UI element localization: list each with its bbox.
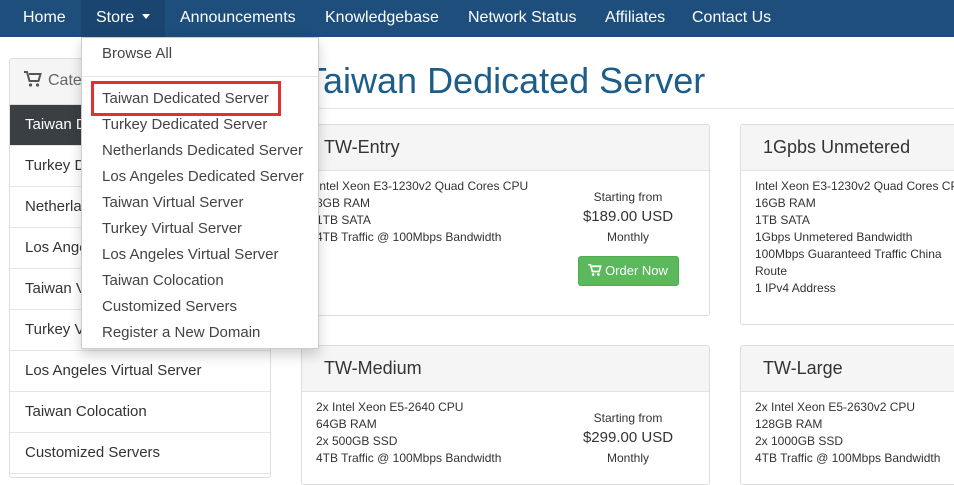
dropdown-divider <box>82 76 318 77</box>
product-features: Intel Xeon E3-1230v2 Quad Cores CP 16GB … <box>755 178 954 297</box>
highlight-annotation-box <box>91 81 281 116</box>
dropdown-item-netherlands-dedicated[interactable]: Netherlands Dedicated Server <box>102 142 303 159</box>
product-name: TW-Entry <box>302 125 709 171</box>
feature-line: Intel Xeon E3-1230v2 Quad Cores CP <box>755 179 954 193</box>
sidebar-item-los-angeles-virtual[interactable]: Los Angeles Virtual Server <box>10 351 270 392</box>
product-card-tw-entry: TW-Entry Intel Xeon E3-1230v2 Quad Cores… <box>301 124 710 316</box>
dropdown-item-taiwan-colocation[interactable]: Taiwan Colocation <box>102 272 224 289</box>
nav-affiliates[interactable]: Affiliates <box>605 0 665 37</box>
dropdown-item-register-domain[interactable]: Register a New Domain <box>102 324 260 341</box>
product-name: 1Gpbs Unmetered <box>741 125 954 171</box>
feature-line: 8GB RAM <box>316 196 371 210</box>
sidebar-item-taiwan-colocation[interactable]: Taiwan Colocation <box>10 392 270 433</box>
price-value: $189.00 USD <box>582 208 674 225</box>
dropdown-item-los-angeles-dedicated[interactable]: Los Angeles Dedicated Server <box>102 168 304 185</box>
feature-line: 2x Intel Xeon E5-2640 CPU <box>316 400 464 414</box>
dropdown-item-browse-all[interactable]: Browse All <box>102 45 172 62</box>
billing-cycle: Monthly <box>606 230 650 244</box>
product-features: Intel Xeon E3-1230v2 Quad Cores CPU 8GB … <box>316 178 528 246</box>
feature-line: 16GB RAM <box>755 196 816 210</box>
feature-line: 2x 1000GB SSD <box>755 434 844 448</box>
billing-cycle: Monthly <box>606 451 650 465</box>
shopping-cart-icon <box>24 71 42 87</box>
feature-line: 100Mbps Guaranteed Traffic China <box>755 247 942 261</box>
product-pricing: Starting from $189.00 USD Monthly Order … <box>568 189 688 286</box>
feature-line: 2x 500GB SSD <box>316 434 398 448</box>
feature-line: 4TB Traffic @ 100Mbps Bandwidth <box>755 451 941 465</box>
nav-knowledgebase[interactable]: Knowledgebase <box>325 0 439 37</box>
starting-from-label: Starting from <box>593 190 663 204</box>
page-title: Taiwan Dedicated Server <box>305 60 706 101</box>
product-name: TW-Medium <box>302 346 709 392</box>
nav-contact-us[interactable]: Contact Us <box>692 0 771 37</box>
product-features: 2x Intel Xeon E5-2630v2 CPU 128GB RAM 2x… <box>755 399 940 467</box>
feature-line: 4TB Traffic @ 100Mbps Bandwidth <box>316 230 502 244</box>
dropdown-item-los-angeles-virtual[interactable]: Los Angeles Virtual Server <box>102 246 279 263</box>
product-features: 2x Intel Xeon E5-2640 CPU 64GB RAM 2x 50… <box>316 399 501 467</box>
caret-down-icon <box>142 14 151 19</box>
order-now-button[interactable]: Order Now <box>577 256 679 286</box>
feature-line: 1Gbps Unmetered Bandwidth <box>755 230 913 244</box>
product-card-1gbps-unmetered: 1Gpbs Unmetered Intel Xeon E3-1230v2 Qua… <box>740 124 954 325</box>
product-card-tw-large: TW-Large 2x Intel Xeon E5-2630v2 CPU 128… <box>740 345 954 485</box>
product-pricing: Starting from $299.00 USD Monthly <box>568 410 688 466</box>
sidebar-heading-label: Cate <box>48 72 82 89</box>
top-navbar: Home Store Announcements Knowledgebase N… <box>0 0 954 37</box>
sidebar-item-customized-servers[interactable]: Customized Servers <box>10 433 270 474</box>
nav-store[interactable]: Store <box>81 0 165 37</box>
feature-line: Route <box>755 264 788 278</box>
feature-line: 1TB SATA <box>755 213 810 227</box>
feature-line: 1 IPv4 Address <box>755 281 836 295</box>
price-value: $299.00 USD <box>582 429 674 446</box>
product-name: TW-Large <box>741 346 954 392</box>
nav-network-status[interactable]: Network Status <box>468 0 576 37</box>
feature-line: 4TB Traffic @ 100Mbps Bandwidth <box>316 451 502 465</box>
order-now-label: Order Now <box>605 263 668 278</box>
dropdown-item-taiwan-virtual[interactable]: Taiwan Virtual Server <box>102 194 243 211</box>
nav-store-label: Store <box>96 9 135 26</box>
title-divider <box>300 108 954 109</box>
feature-line: 1TB SATA <box>316 213 371 227</box>
feature-line: Intel Xeon E3-1230v2 Quad Cores CPU <box>316 179 529 193</box>
shopping-cart-icon <box>588 264 602 276</box>
nav-announcements[interactable]: Announcements <box>180 0 296 37</box>
product-card-tw-medium: TW-Medium 2x Intel Xeon E5-2640 CPU 64GB… <box>301 345 710 485</box>
feature-line: 64GB RAM <box>316 417 377 431</box>
feature-line: 128GB RAM <box>755 417 823 431</box>
dropdown-item-turkey-virtual[interactable]: Turkey Virtual Server <box>102 220 242 237</box>
dropdown-item-turkey-dedicated[interactable]: Turkey Dedicated Server <box>102 116 267 133</box>
starting-from-label: Starting from <box>593 411 663 425</box>
dropdown-item-customized-servers[interactable]: Customized Servers <box>102 298 237 315</box>
feature-line: 2x Intel Xeon E5-2630v2 CPU <box>755 400 916 414</box>
nav-home[interactable]: Home <box>23 0 66 37</box>
